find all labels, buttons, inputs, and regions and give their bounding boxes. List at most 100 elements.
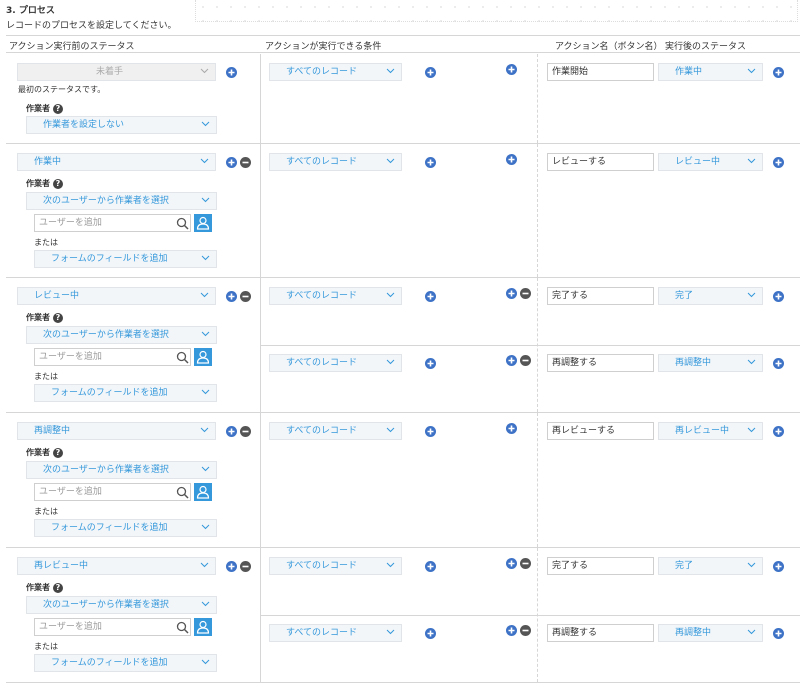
user-select-button[interactable] (194, 348, 212, 366)
add-next-status-button[interactable] (773, 628, 784, 639)
add-next-status-button[interactable] (773, 561, 784, 572)
assignee-type-select[interactable]: 次のユーザーから作業者を選択 (26, 461, 217, 479)
action-name-input[interactable]: 作業開始 (547, 63, 654, 81)
assignee-type-select[interactable]: 次のユーザーから作業者を選択 (26, 192, 217, 210)
next-status-select[interactable]: 再レビュー中 (658, 422, 763, 440)
assignee-type-select[interactable]: 次のユーザーから作業者を選択 (26, 596, 217, 614)
add-action-button[interactable] (506, 64, 517, 75)
add-condition-button[interactable] (425, 561, 436, 572)
condition-select[interactable]: すべてのレコード (269, 557, 402, 575)
assignee-type-select-value: 次のユーザーから作業者を選択 (43, 196, 169, 206)
next-status-select[interactable]: 完了 (658, 287, 763, 305)
user-select-button[interactable] (194, 483, 212, 501)
process-row: 再レビュー中 作業者? 次のユーザーから作業者を選択 ユーザーを追加 または フォームのフ… (6, 548, 800, 683)
condition-select[interactable]: すべてのレコード (269, 624, 402, 642)
status-select[interactable]: レビュー中 (17, 287, 216, 305)
chevron-down-icon (201, 119, 210, 128)
chevron-down-icon (747, 66, 756, 75)
status-select[interactable]: 作業中 (17, 153, 216, 171)
search-button[interactable] (174, 618, 191, 636)
user-search-input[interactable]: ユーザーを追加 (34, 483, 175, 501)
add-next-status-button[interactable] (773, 358, 784, 369)
add-condition-button[interactable] (425, 628, 436, 639)
add-action-button[interactable] (506, 355, 517, 366)
status-select[interactable]: 再調整中 (17, 422, 216, 440)
form-field-select[interactable]: フォームのフィールドを追加 (34, 519, 217, 537)
add-condition-button[interactable] (425, 157, 436, 168)
status-select[interactable]: 未着手 (17, 63, 216, 81)
add-action-button[interactable] (506, 423, 517, 434)
next-status-select[interactable]: 作業中 (658, 63, 763, 81)
next-status-select[interactable]: レビュー中 (658, 153, 763, 171)
add-next-status-button[interactable] (773, 157, 784, 168)
add-status-button[interactable] (226, 426, 237, 437)
help-icon[interactable]: ? (53, 178, 63, 189)
help-icon[interactable]: ? (53, 582, 63, 593)
add-condition-button[interactable] (425, 426, 436, 437)
add-action-button[interactable] (506, 154, 517, 165)
remove-action-button[interactable] (520, 558, 531, 569)
add-status-button[interactable] (226, 291, 237, 302)
help-icon[interactable]: ? (53, 447, 63, 458)
action-name-input[interactable]: 再調整する (547, 354, 654, 372)
chevron-down-icon (747, 560, 756, 569)
add-action-button[interactable] (506, 288, 517, 299)
form-field-select[interactable]: フォームのフィールドを追加 (34, 250, 217, 268)
user-search-input[interactable]: ユーザーを追加 (34, 214, 175, 232)
condition-select[interactable]: すべてのレコード (269, 63, 402, 81)
remove-status-button[interactable] (240, 157, 251, 168)
add-condition-button[interactable] (425, 291, 436, 302)
action-name-input[interactable]: 再レビューする (547, 422, 654, 440)
assignee-label-text: 作業者 (26, 313, 50, 322)
assignee-type-select[interactable]: 作業者を設定しない (26, 116, 217, 134)
search-button[interactable] (174, 483, 191, 501)
chevron-down-icon (747, 156, 756, 165)
user-select-button[interactable] (194, 618, 212, 636)
user-search-input[interactable]: ユーザーを追加 (34, 618, 175, 636)
add-status-button[interactable] (226, 561, 237, 572)
search-button[interactable] (174, 214, 191, 232)
status-select[interactable]: 再レビュー中 (17, 557, 216, 575)
add-action-button[interactable] (506, 558, 517, 569)
action-name-input[interactable]: 完了する (547, 557, 654, 575)
remove-status-button[interactable] (240, 561, 251, 572)
user-search-input[interactable]: ユーザーを追加 (34, 348, 175, 366)
remove-action-button[interactable] (520, 288, 531, 299)
remove-action-button[interactable] (520, 355, 531, 366)
add-next-status-button[interactable] (773, 426, 784, 437)
condition-select[interactable]: すべてのレコード (269, 354, 402, 372)
add-condition-button[interactable] (425, 358, 436, 369)
condition-select[interactable]: すべてのレコード (269, 153, 402, 171)
assignee-type-select[interactable]: 次のユーザーから作業者を選択 (26, 326, 217, 344)
add-condition-button[interactable] (425, 67, 436, 78)
add-action-button[interactable] (506, 625, 517, 636)
add-status-button[interactable] (226, 157, 237, 168)
action-name-input[interactable]: レビューする (547, 153, 654, 171)
assignee-label: 作業者? (26, 312, 63, 323)
form-field-select[interactable]: フォームのフィールドを追加 (34, 384, 217, 402)
condition-select[interactable]: すべてのレコード (269, 422, 402, 440)
next-status-select-value: 完了 (675, 291, 694, 301)
add-next-status-button[interactable] (773, 291, 784, 302)
remove-status-button[interactable] (240, 291, 251, 302)
action-name-input[interactable]: 再調整する (547, 624, 654, 642)
help-icon[interactable]: ? (53, 312, 63, 323)
condition-select[interactable]: すべてのレコード (269, 287, 402, 305)
chevron-down-icon (386, 627, 395, 636)
action-name-input[interactable]: 完了する (547, 287, 654, 305)
next-status-select[interactable]: 再調整中 (658, 354, 763, 372)
process-row: 再調整中 作業者? 次のユーザーから作業者を選択 ユーザーを追加 または フォームのフィー… (6, 413, 800, 548)
remove-status-button[interactable] (240, 426, 251, 437)
add-next-status-button[interactable] (773, 67, 784, 78)
next-status-select[interactable]: 再調整中 (658, 624, 763, 642)
form-field-select[interactable]: フォームのフィールドを追加 (34, 654, 217, 672)
add-status-button[interactable] (226, 67, 237, 78)
chevron-down-icon (201, 329, 210, 338)
form-field-select-value: フォームのフィールドを追加 (51, 523, 168, 533)
user-select-button[interactable] (194, 214, 212, 232)
search-button[interactable] (174, 348, 191, 366)
help-icon[interactable]: ? (53, 103, 63, 114)
remove-action-button[interactable] (520, 625, 531, 636)
assignee-label: 作業者? (26, 582, 63, 593)
next-status-select[interactable]: 完了 (658, 557, 763, 575)
